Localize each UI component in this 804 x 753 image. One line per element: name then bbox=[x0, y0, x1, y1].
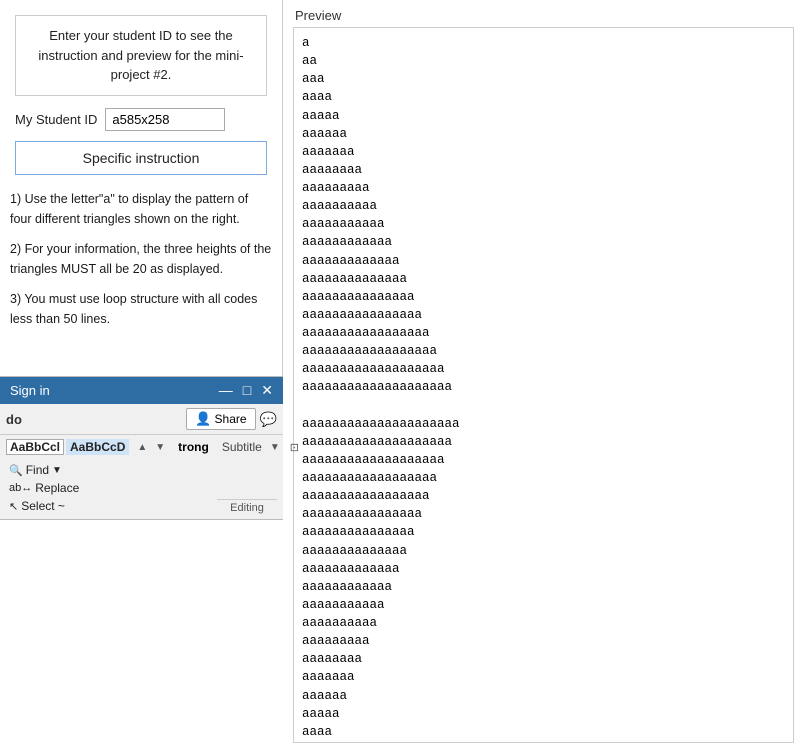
replace-icon: ab↔ bbox=[9, 482, 32, 494]
style-arrow-up[interactable]: ▲ bbox=[137, 442, 147, 453]
find-arrow[interactable]: ▼ bbox=[52, 465, 62, 476]
select-label: Select ~ bbox=[21, 499, 65, 513]
cursor-icon: ↖ bbox=[9, 500, 18, 513]
instruction-2: 2) For your information, the three heigh… bbox=[10, 239, 272, 279]
ribbon-title-text: Sign in bbox=[10, 383, 50, 398]
style-aabbccl[interactable]: AaBbCcl bbox=[6, 439, 64, 455]
close-button[interactable]: ✕ bbox=[261, 382, 273, 399]
find-button[interactable]: 🔍 Find ▼ bbox=[6, 462, 82, 478]
student-id-row: My Student ID bbox=[15, 108, 267, 131]
student-id-label: My Student ID bbox=[15, 112, 97, 127]
do-label: do bbox=[6, 412, 22, 427]
restore-button[interactable]: □ bbox=[243, 382, 251, 399]
info-text: Enter your student ID to see the instruc… bbox=[38, 28, 243, 82]
preview-label: Preview bbox=[283, 0, 804, 27]
editing-group: 🔍 Find ▼ ab↔ Replace ↖ Select ~ Editing bbox=[0, 459, 283, 519]
share-button[interactable]: 👤 Share bbox=[186, 408, 255, 430]
instruction-3: 3) You must use loop structure with all … bbox=[10, 289, 272, 329]
specific-instruction-button[interactable]: Specific instruction bbox=[15, 141, 267, 175]
ribbon-styles-row: AaBbCcl AaBbCcD ▲ ▼ trong Subtitle ▼ ⊡ bbox=[0, 435, 283, 459]
student-id-input[interactable] bbox=[105, 108, 225, 131]
share-label: Share bbox=[215, 412, 247, 426]
instruction-1: 1) Use the letter"a" to display the patt… bbox=[10, 189, 272, 229]
ribbon-background bbox=[0, 520, 283, 753]
select-button[interactable]: ↖ Select ~ bbox=[6, 498, 82, 514]
replace-button[interactable]: ab↔ Replace bbox=[6, 480, 82, 496]
find-label: Find bbox=[26, 463, 49, 477]
style-arrow-down[interactable]: ▼ bbox=[155, 442, 165, 453]
person-icon: 👤 bbox=[195, 411, 211, 427]
word-ribbon: Sign in — □ ✕ do 👤 Share 💬 AaBbCcl AaBbC… bbox=[0, 376, 283, 520]
instructions: 1) Use the letter"a" to display the patt… bbox=[10, 189, 272, 329]
replace-label: Replace bbox=[35, 481, 79, 495]
ribbon-title-left: Sign in bbox=[10, 383, 50, 398]
strong-style[interactable]: trong bbox=[173, 438, 214, 456]
right-panel: Preview a aa aaa aaaa aaaaa aaaaaa aaaaa… bbox=[283, 0, 804, 753]
subtitle-label[interactable]: Subtitle bbox=[222, 440, 262, 454]
ribbon-toolbar: do 👤 Share 💬 bbox=[0, 404, 283, 435]
preview-area[interactable]: a aa aaa aaaa aaaaa aaaaaa aaaaaaa aaaaa… bbox=[293, 27, 794, 743]
find-icon: 🔍 bbox=[9, 464, 23, 477]
minimize-button[interactable]: — bbox=[219, 382, 233, 399]
ribbon-window-controls: — □ ✕ bbox=[219, 382, 273, 399]
subtitle-arrow[interactable]: ▼ bbox=[270, 442, 280, 453]
comment-icon[interactable]: 💬 bbox=[260, 411, 277, 428]
expand-icon[interactable]: ⊡ bbox=[290, 441, 299, 454]
info-box: Enter your student ID to see the instruc… bbox=[15, 15, 267, 96]
style-aabbccd[interactable]: AaBbCcD bbox=[66, 439, 129, 455]
editing-label: Editing bbox=[217, 499, 277, 514]
ribbon-title-bar: Sign in — □ ✕ bbox=[0, 377, 283, 404]
